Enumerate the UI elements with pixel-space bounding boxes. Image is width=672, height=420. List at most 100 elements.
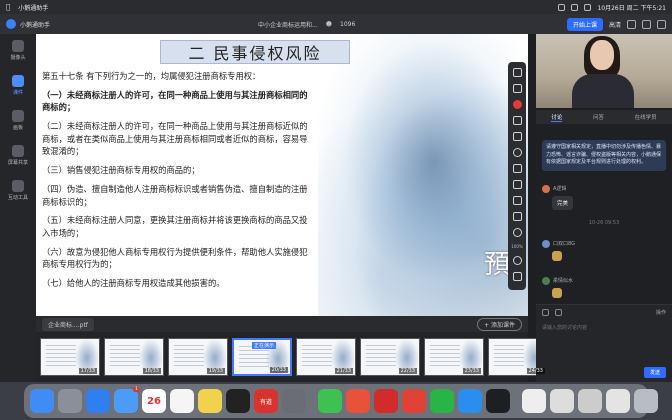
courseware-strip-header: 企业商标....ptf + 添加课件 [36,316,528,332]
avatar [542,239,550,248]
battery-icon[interactable] [571,3,579,11]
slide-thumbnail[interactable]: 22/33 [360,338,420,376]
right-panel-tabs: 讨论 问答 在线学员 [536,110,672,124]
circle-icon[interactable] [512,148,522,157]
recent-document-icon[interactable] [606,389,630,413]
fit-screen-icon[interactable] [512,272,522,281]
decorative-character: 預 [483,250,510,280]
menu-bar:  小鹅通助手 10月26日 周二 下午5:21 [0,0,672,14]
safari-icon[interactable] [86,389,110,413]
line-icon[interactable] [512,116,522,125]
color-picker-icon[interactable] [512,100,522,109]
menubar-app-name[interactable]: 小鹅通助手 [18,3,48,12]
slide-item-7: （七）给他人的注册商标专用权造成其他损害的。 [42,278,225,289]
slide-item-3: （三）销售侵犯注册商标专用权的商品的； [42,165,200,176]
trash-icon[interactable] [634,389,658,413]
messages-icon[interactable] [318,389,342,413]
quality-select[interactable]: 高清 [609,20,621,29]
slide-item-5: （五）未经商标注册人同意，更换其注册商标并将该更换商标的商品又投入市场的； [42,215,308,238]
slide-thumbnail-current[interactable]: 正在演示 20/33 [232,338,292,376]
apple-icon[interactable]:  [6,3,10,11]
youdao-icon[interactable]: 有道 [254,389,278,413]
cursor-icon[interactable] [512,68,522,77]
tab-qa[interactable]: 问答 [593,113,604,121]
search-icon[interactable] [584,3,592,11]
viewers-icon: ☻ [325,20,332,28]
start-class-button[interactable]: 开始上课 [566,17,603,31]
menubar-status: 10月26日 周二 下午5:21 [558,3,666,12]
chat-timestamp: 10-26 09:53 [588,219,620,226]
wifi-icon[interactable] [558,3,566,11]
zoom-in-icon[interactable] [512,228,522,237]
pen-icon[interactable] [512,84,522,93]
chat-tools: 操作 [536,305,672,320]
reminders-icon[interactable] [170,389,194,413]
add-courseware-button[interactable]: + 添加课件 [477,317,522,331]
slide-thumbnail[interactable]: 21/33 [296,338,356,376]
tv-icon[interactable] [226,389,250,413]
emoji-icon[interactable] [542,309,549,316]
system-preferences-icon[interactable] [282,389,306,413]
courseware-file-tab[interactable]: 企业商标....ptf [42,317,94,331]
header-actions: 开始上课 高清 [566,17,666,31]
chat-message-user: 柔情似水 [542,276,666,285]
wechat-icon[interactable] [430,389,454,413]
launchpad-icon[interactable] [58,389,82,413]
send-button[interactable]: 发送 [643,367,666,378]
thumbs-up-icon [552,287,562,298]
sidebar-item-interactive-tools[interactable]: 互动工具 [8,180,28,201]
tab-online-students[interactable]: 在线学员 [635,113,657,121]
folder-icon[interactable] [555,309,562,316]
settings-icon[interactable] [642,19,651,29]
slide-thumbnail[interactable]: 23/33 [424,338,484,376]
discussion-panel: 请遵守国家相关规定，直播中切勿涉及传播色情、暴力恐怖、谣言诈骗、侵权盗版等相关内… [536,124,672,382]
recent-document-icon[interactable] [522,389,546,413]
sidebar-item-whiteboard[interactable]: 画板 [12,110,24,131]
course-info: 中小企业商标运用和... ☻ 1096 [258,20,355,29]
slide-item-1: （一）未经商标注册人的许可，在同一种商品上使用与其注册商标相同的商标的； [42,89,308,113]
annotation-toolbar: 100% [508,62,526,290]
slide-canvas[interactable]: 二 民事侵权风险 第五十七条 有下列行为之一的，均属侵犯注册商标专用权： （一）… [36,34,528,316]
camera-icon [11,40,24,52]
text-icon[interactable] [512,164,522,173]
pdf-icon[interactable] [374,389,398,413]
slide-thumbnail[interactable]: 18/33 [104,338,164,376]
calendar-icon[interactable]: 26 [142,389,166,413]
slide-title: 二 民事侵权风险 [160,40,350,64]
mail-icon[interactable]: 1 [114,387,140,413]
teacher-video[interactable] [536,34,672,108]
share-icon[interactable] [627,19,636,29]
clear-icon[interactable] [512,212,522,221]
rectangle-icon[interactable] [512,132,522,141]
slide-item-2: （二）未经商标注册人的许可，在同一种商品上使用与其注册商标近似的商标，或者在类似… [42,121,308,157]
wps-icon[interactable] [402,389,426,413]
tab-discussion[interactable]: 讨论 [551,113,563,122]
finder-icon[interactable] [30,389,54,413]
chat-operations[interactable]: 操作 [656,309,666,316]
recent-document-icon[interactable] [578,389,602,413]
sidebar-item-screen-share[interactable]: 屏幕共享 [8,145,28,166]
chat-message-user: A逻辑 [542,184,666,193]
zoom-level: 100% [511,244,523,249]
slide-item-4: （四）伪造、擅自制造他人注册商标标识或者销售伪造、擅自制造的注册商标标识的； [42,183,308,207]
terminal-icon[interactable] [486,389,510,413]
colorsync-icon[interactable] [346,389,370,413]
sidebar-item-camera[interactable]: 摄像头 [10,40,26,61]
slide-item-6: （六）故意为侵犯他人商标专用权行为提供便利条件，帮助他人实施侵犯商标专用权行为的… [42,246,308,270]
slide-thumbnail[interactable]: 19/33 [168,338,228,376]
chat-input[interactable]: 请输入您的讨论内容 [542,324,666,352]
toolbox-icon [11,180,24,192]
course-title: 中小企业商标运用和... [258,21,318,29]
undo-icon[interactable] [512,196,522,205]
menubar-datetime[interactable]: 10月26日 周二 下午5:21 [597,3,666,12]
presenting-badge: 正在演示 [252,342,277,349]
sidebar-item-courseware[interactable]: 课件 [12,75,24,96]
more-icon[interactable] [657,19,666,29]
monitor-icon [11,145,24,157]
eraser-icon[interactable] [512,180,522,189]
zoom-out-icon[interactable] [512,256,522,265]
slide-thumbnail[interactable]: 17/33 [40,338,100,376]
xiaoetong-icon[interactable] [458,389,482,413]
notes-icon[interactable] [198,389,222,413]
recent-document-icon[interactable] [550,389,574,413]
